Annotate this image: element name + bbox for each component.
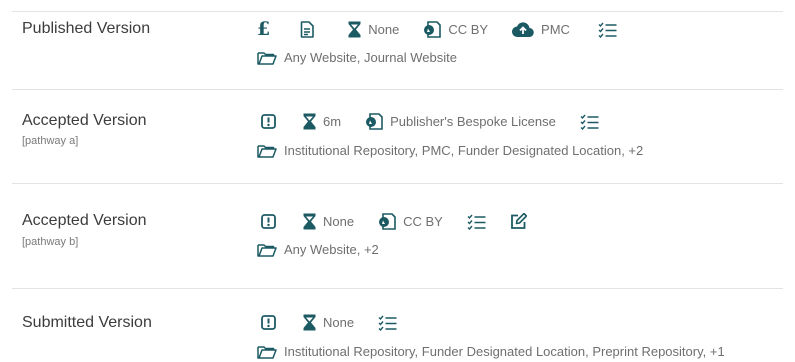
license-label: Publisher's Bespoke License (390, 114, 556, 129)
pound-icon[interactable]: £ (257, 20, 270, 39)
license-icon[interactable] (423, 21, 442, 38)
version-title: Published Version (22, 20, 151, 37)
checklist-icon[interactable] (598, 22, 617, 38)
license-label: CC BY (448, 22, 489, 37)
row-icons: £ None CC BY PMC (257, 20, 617, 39)
folder-icon (257, 51, 277, 65)
row-divider (12, 183, 783, 184)
deposit-label: PMC (541, 22, 570, 37)
license-icon[interactable] (378, 213, 396, 230)
version-title: Accepted Version (22, 212, 147, 229)
license-icon[interactable] (365, 113, 383, 130)
row-icons: None (261, 314, 397, 331)
exclamation-icon[interactable] (261, 214, 276, 229)
folder-icon (257, 345, 277, 359)
row-divider (12, 288, 783, 289)
checklist-icon[interactable] (467, 214, 486, 230)
checklist-icon[interactable] (378, 315, 397, 331)
row-icons: None CC BY (261, 213, 527, 230)
document-icon[interactable] (300, 21, 315, 38)
locations-line: Institutional Repository, Funder Designa… (257, 344, 725, 359)
cloud-upload-icon[interactable] (512, 21, 534, 38)
locations-line: Any Website, Journal Website (257, 50, 457, 65)
hourglass-icon[interactable] (348, 21, 361, 38)
locations-label: Institutional Repository, Funder Designa… (284, 344, 725, 359)
hourglass-icon[interactable] (303, 314, 316, 331)
license-label: CC BY (403, 214, 443, 229)
folder-icon (257, 243, 277, 257)
embargo-label: None (323, 214, 355, 229)
exclamation-icon[interactable] (261, 315, 276, 330)
locations-line: Any Website, +2 (257, 242, 379, 257)
locations-line: Institutional Repository, PMC, Funder De… (257, 143, 643, 158)
edit-icon[interactable] (510, 213, 527, 230)
exclamation-icon[interactable] (261, 114, 276, 129)
locations-label: Any Website, +2 (284, 242, 379, 257)
pathway-label: [pathway b] (22, 236, 79, 248)
row-divider (12, 11, 783, 12)
checklist-icon[interactable] (580, 114, 599, 130)
embargo-label: 6m (323, 114, 342, 129)
row-icons: 6m Publisher's Bespoke License (261, 113, 599, 130)
embargo-label: None (368, 22, 400, 37)
pathway-label: [pathway a] (22, 135, 79, 147)
version-title: Accepted Version (22, 112, 147, 129)
locations-label: Any Website, Journal Website (284, 50, 457, 65)
hourglass-icon[interactable] (303, 213, 316, 230)
hourglass-icon[interactable] (303, 113, 316, 130)
locations-label: Institutional Repository, PMC, Funder De… (284, 143, 644, 158)
folder-icon (257, 144, 277, 158)
row-divider (12, 89, 783, 90)
embargo-label: None (323, 315, 355, 330)
version-title: Submitted Version (22, 314, 152, 331)
